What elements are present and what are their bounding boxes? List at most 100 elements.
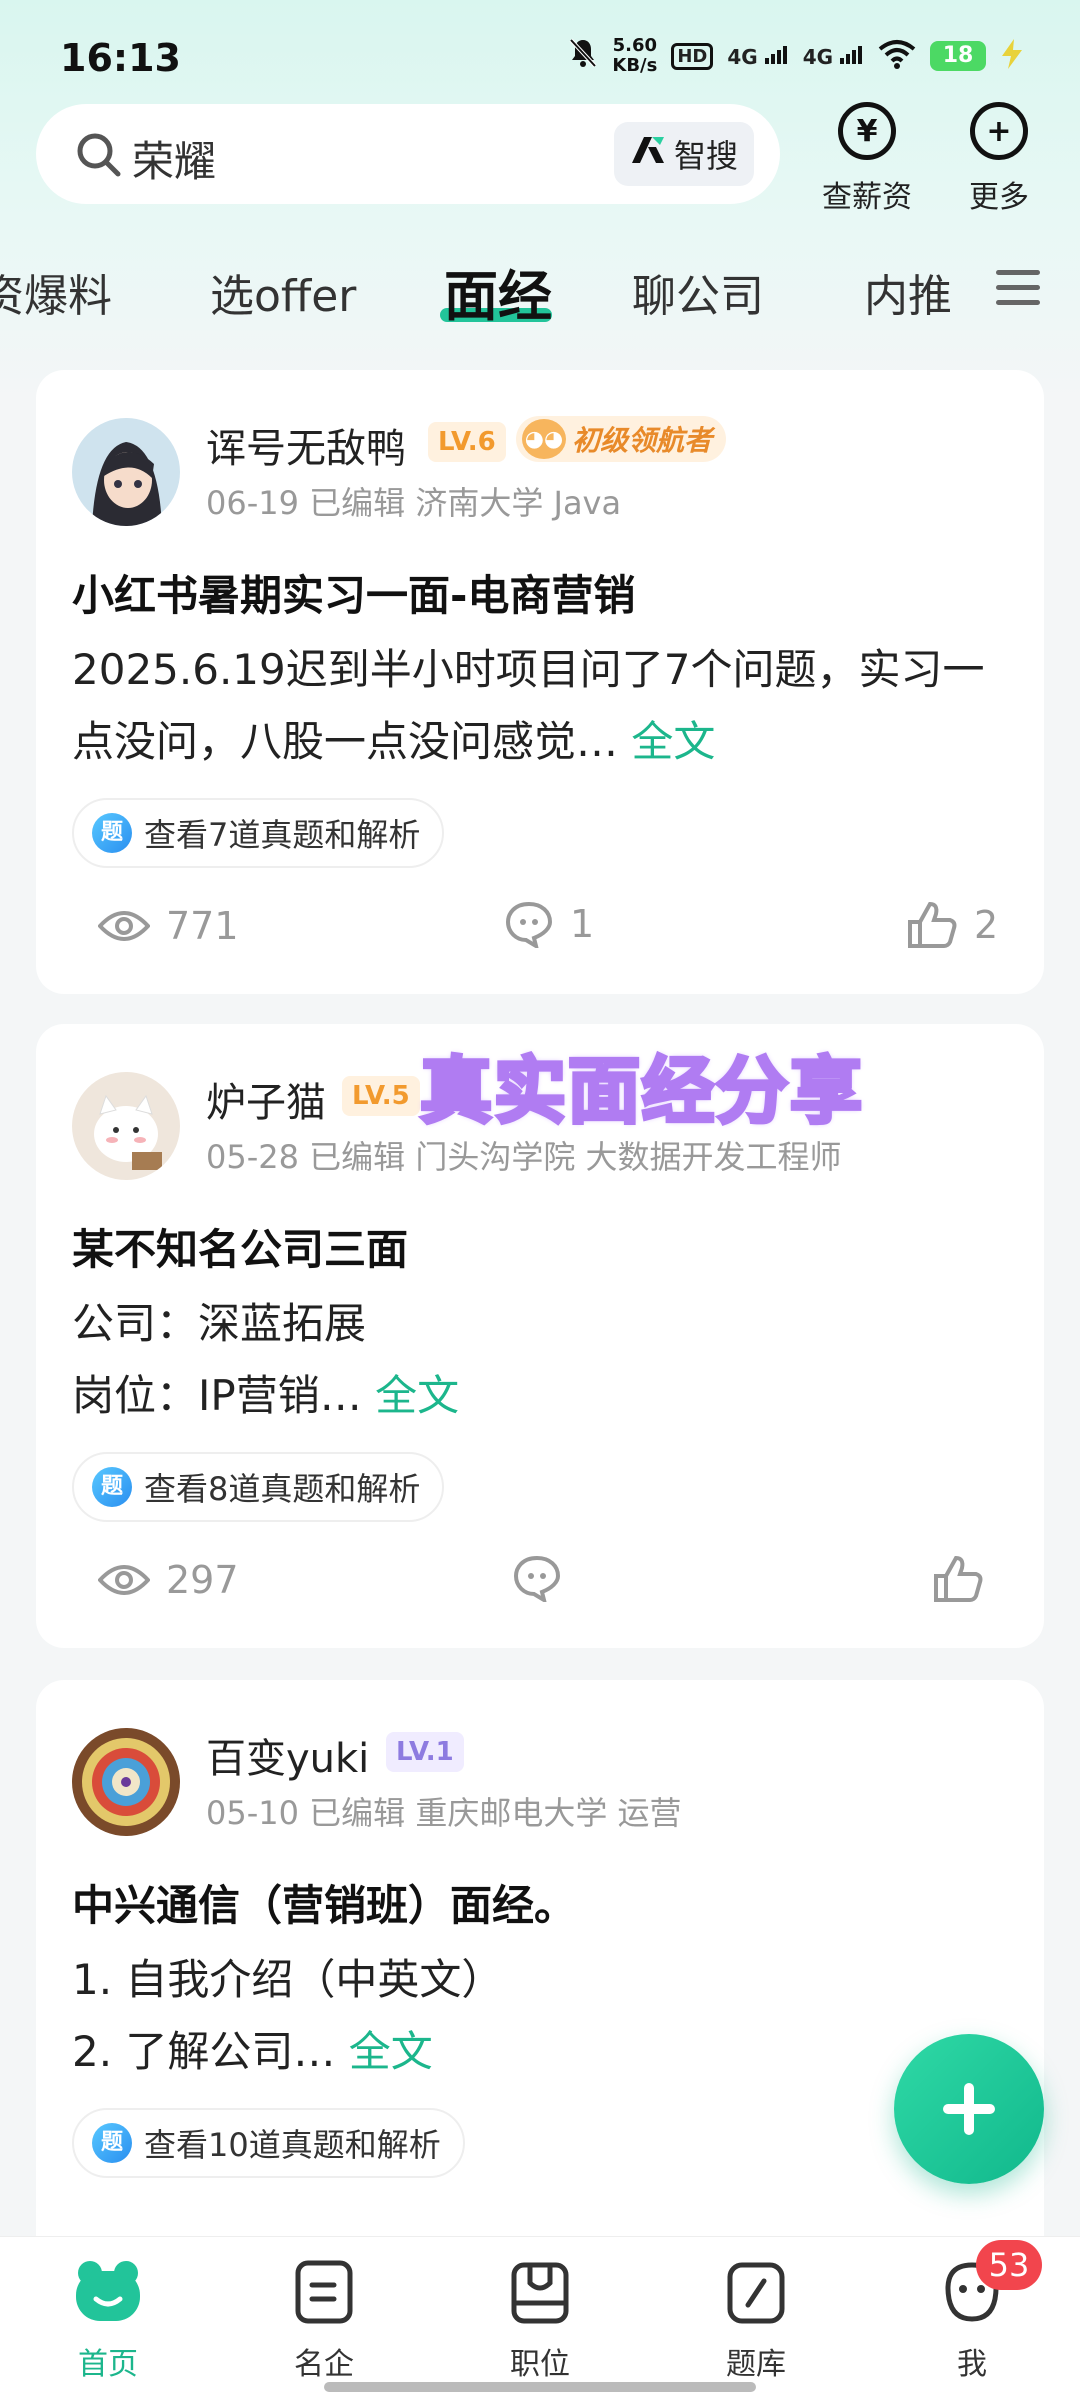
questions-chip-label: 查看10道真题和解析 (144, 2126, 441, 2164)
tab-interview[interactable]: 面经 (444, 252, 552, 331)
views-stat: 771 (98, 904, 239, 948)
smart-search-button[interactable]: 智搜 (614, 122, 754, 186)
nav-home[interactable]: 首页 (48, 2259, 168, 2383)
post-body-line: 岗位：IP营销… 全文 (72, 1360, 1012, 1432)
avatar[interactable] (72, 1728, 180, 1836)
search-bar[interactable]: 荣耀 智搜 (36, 104, 780, 204)
nav-jobs-label: 职位 (510, 2347, 570, 2382)
level-badge: LV.6 (428, 422, 506, 462)
salary-button[interactable]: ¥ 查薪资 (812, 102, 922, 216)
nav-me-label: 我 (957, 2347, 987, 2382)
nav-home-label: 首页 (78, 2347, 138, 2382)
nav-jobs[interactable]: 职位 (480, 2259, 600, 2383)
nav-companies-label: 名企 (294, 2347, 354, 2382)
post-title[interactable]: 中兴通信（营销班）面经。 (72, 1872, 576, 1933)
questions-chip-label: 查看7道真题和解析 (144, 816, 421, 854)
status-bar: 16:13 5.60 KB/s HD 4G 4G 18 (0, 0, 1080, 110)
post-body[interactable]: 1. 自我介绍（中英文） 2. 了解公司… 全文 (72, 1944, 1012, 2088)
post-card[interactable]: 百变yuki LV.1 05-10 已编辑 重庆邮电大学 运营 中兴通信（营销班… (36, 1680, 1044, 2280)
full-text-link[interactable]: 全文 (631, 717, 715, 766)
post-body-text: 岗位：IP营销… (72, 1371, 362, 1420)
eye-icon (98, 911, 150, 941)
likes-count: 2 (974, 903, 999, 947)
category-tabs: 资爆料 选offer 面经 聊公司 内推 (0, 250, 1080, 330)
signal-4g-icon: 4G (727, 44, 788, 69)
tab-referral[interactable]: 内推 (864, 260, 952, 324)
bottom-nav: 首页 名企 职位 题库 我 (0, 2236, 1080, 2400)
smart-search-logo-icon (630, 134, 666, 174)
network-1-label: 4G (727, 44, 758, 69)
username[interactable]: 百变yuki (206, 1726, 369, 1784)
question-icon: 题 (92, 2123, 132, 2163)
question-bank-icon (727, 2262, 785, 2324)
avatar[interactable] (72, 1072, 180, 1180)
cow-icon: ◕◕ (522, 419, 566, 459)
net-speed: 5.60 KB/s (612, 36, 657, 76)
post-meta: 05-28 已编辑 门头沟学院 大数据开发工程师 (206, 1138, 842, 1176)
username[interactable]: 诨号无敌鸭 (206, 416, 406, 474)
smart-search-label: 智搜 (673, 137, 738, 175)
status-time: 16:13 (60, 36, 181, 80)
hd-icon: HD (671, 42, 714, 70)
create-post-button[interactable] (894, 2034, 1044, 2184)
post-meta: 05-10 已编辑 重庆邮电大学 运营 (206, 1794, 682, 1832)
jobs-icon (511, 2262, 569, 2324)
net-speed-value: 5.60 (612, 35, 658, 56)
question-icon: 题 (92, 1467, 132, 1507)
comment-button[interactable]: 1 (504, 900, 594, 948)
nav-question-bank[interactable]: 题库 (696, 2259, 816, 2383)
like-button[interactable]: 2 (906, 900, 998, 950)
question-icon: 题 (92, 813, 132, 853)
full-text-link[interactable]: 全文 (349, 2027, 433, 2076)
questions-chip[interactable]: 题 查看8道真题和解析 (72, 1452, 445, 1522)
nav-question-bank-label: 题库 (726, 2347, 786, 2382)
thumbs-up-icon (934, 1555, 983, 1602)
comment-button[interactable] (512, 1554, 562, 1602)
tab-news[interactable]: 资爆料 (0, 260, 112, 324)
tab-company[interactable]: 聊公司 (632, 260, 764, 324)
post-body-text: 2025.6.19迟到半小时项目问了7个问题，实习一点没问，八股一点没问感觉… (72, 645, 985, 766)
status-icons: 5.60 KB/s HD 4G 4G 18 (568, 36, 1024, 76)
salary-label: 查薪资 (822, 180, 912, 215)
comment-icon (505, 901, 553, 948)
notification-badge: 53 (976, 2240, 1042, 2290)
more-button[interactable]: + 更多 (944, 102, 1054, 216)
post-body[interactable]: 2025.6.19迟到半小时项目问了7个问题，实习一点没问，八股一点没问感觉… … (72, 634, 1012, 778)
avatar[interactable] (72, 418, 180, 526)
comment-icon (513, 1555, 561, 1602)
post-body-text: 2. 了解公司… (72, 2027, 336, 2076)
home-frog-icon (76, 2261, 140, 2321)
post-title[interactable]: 小红书暑期实习一面-电商营销 (72, 562, 635, 623)
charging-icon (1000, 39, 1024, 73)
username[interactable]: 炉子猫 (206, 1070, 326, 1128)
questions-chip[interactable]: 题 查看10道真题和解析 (72, 2108, 465, 2178)
search-input[interactable]: 荣耀 (132, 128, 216, 189)
level-badge: LV.5 (342, 1076, 420, 1116)
eye-icon (98, 1565, 150, 1595)
tab-offer[interactable]: 选offer (210, 260, 356, 324)
comments-count: 1 (570, 902, 595, 946)
companies-icon (295, 2260, 353, 2324)
network-2-label: 4G (802, 44, 834, 69)
more-label: 更多 (969, 180, 1029, 215)
honor-badge: ◕◕ 初级领航者 (516, 416, 727, 462)
questions-chip[interactable]: 题 查看7道真题和解析 (72, 798, 445, 868)
more-plus-icon: + (970, 102, 1028, 160)
post-card[interactable]: 诨号无敌鸭 LV.6 ◕◕ 初级领航者 06-19 已编辑 济南大学 Java … (36, 370, 1044, 994)
tab-menu-icon[interactable] (996, 270, 1040, 310)
like-button[interactable] (932, 1554, 984, 1604)
battery-indicator: 18 (930, 41, 986, 71)
nav-companies[interactable]: 名企 (264, 2259, 384, 2383)
post-body[interactable]: 公司：深蓝拓展 岗位：IP营销… 全文 (72, 1288, 1012, 1432)
mute-bell-icon (568, 37, 598, 76)
views-stat: 297 (98, 1558, 239, 1602)
views-count: 771 (166, 904, 239, 948)
questions-chip-label: 查看8道真题和解析 (144, 1470, 421, 1508)
post-meta: 06-19 已编辑 济南大学 Java (206, 484, 622, 522)
signal-4g-icon-2: 4G (803, 44, 864, 69)
post-title[interactable]: 某不知名公司三面 (72, 1216, 408, 1277)
honor-label: 初级领航者 (572, 424, 713, 457)
full-text-link[interactable]: 全文 (375, 1371, 459, 1420)
views-count: 297 (166, 1558, 239, 1602)
home-indicator[interactable] (324, 2382, 756, 2392)
